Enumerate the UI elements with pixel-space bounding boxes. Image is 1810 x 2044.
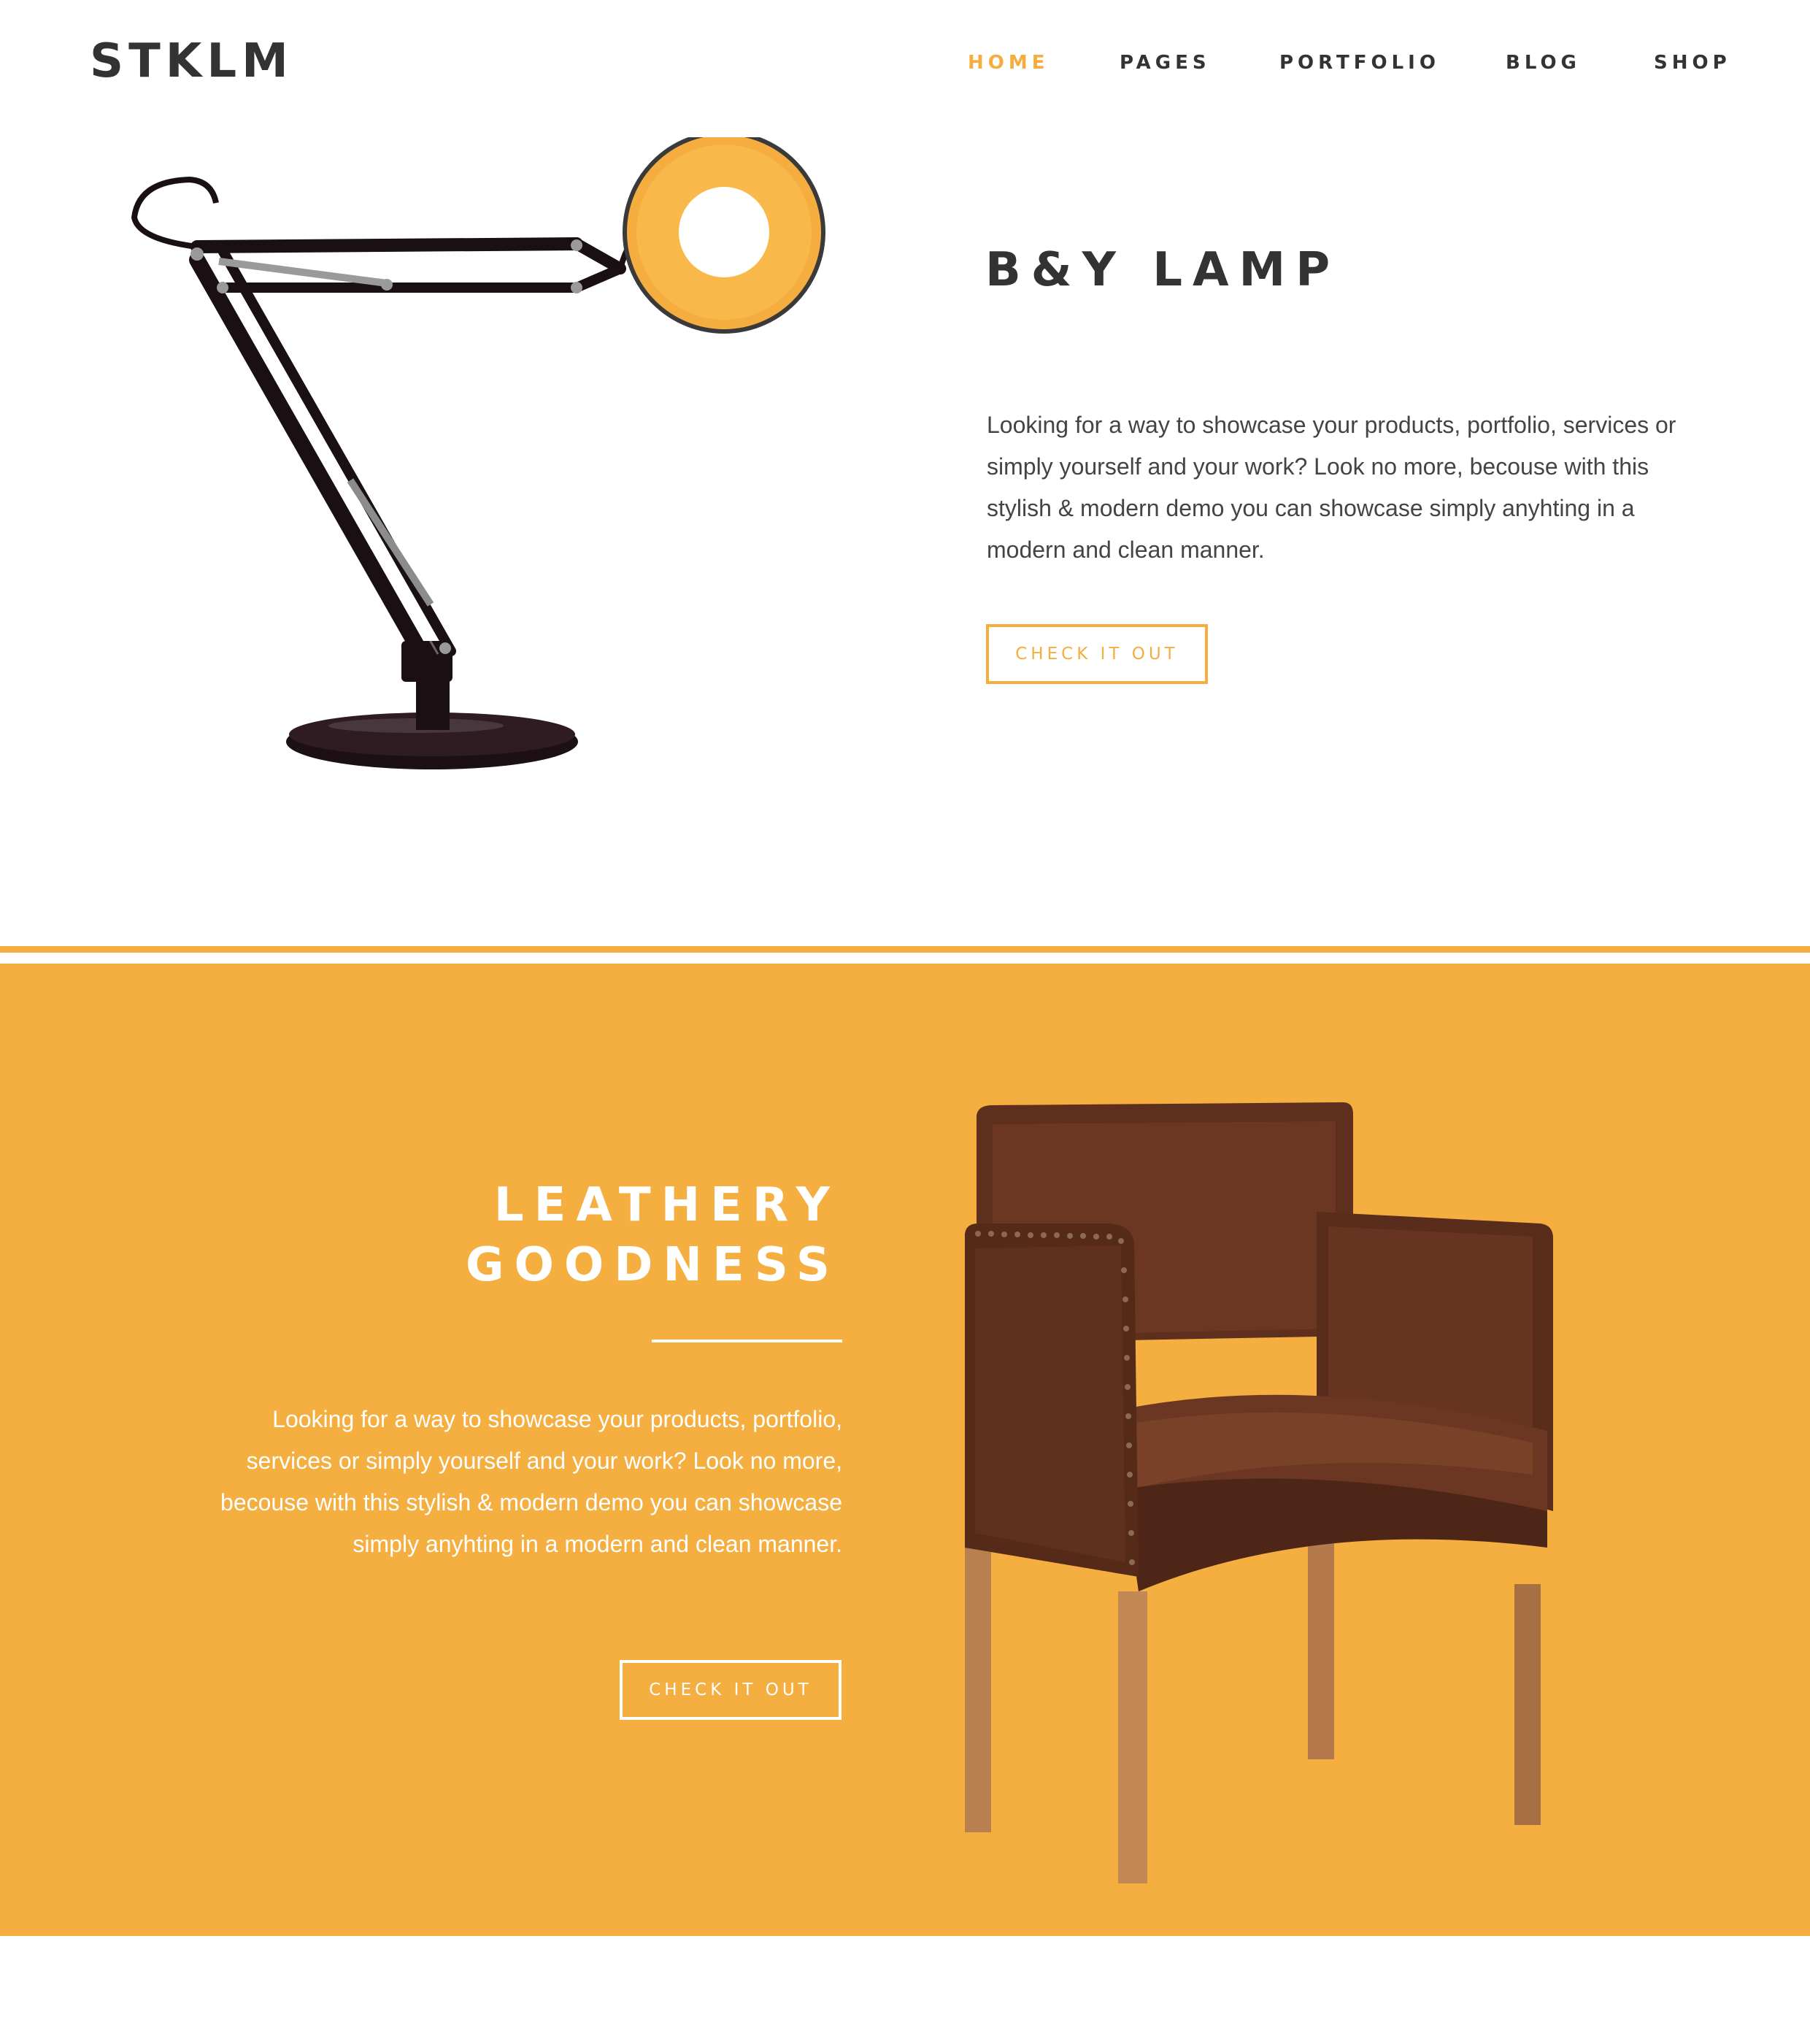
section-divider bbox=[0, 946, 1810, 953]
feature-section-chair: LEATHERY GOODNESS Looking for a way to s… bbox=[0, 964, 1810, 1936]
nav-item-shop[interactable]: SHOP bbox=[1654, 48, 1731, 77]
site-header: STKLM HOME PAGES PORTFOLIO BLOG SHOP bbox=[0, 0, 1810, 124]
nav-item-portfolio[interactable]: PORTFOLIO bbox=[1279, 48, 1440, 77]
check-it-out-button[interactable]: CHECK IT OUT bbox=[986, 624, 1208, 684]
main-nav: HOME PAGES PORTFOLIO BLOG SHOP bbox=[0, 48, 1810, 77]
product-title: LEATHERY GOODNESS bbox=[466, 1175, 840, 1295]
product-description: Looking for a way to showcase your produ… bbox=[987, 412, 1676, 563]
feature-section-lamp: B&Y LAMP Looking for a way to showcase y… bbox=[0, 124, 1810, 945]
leather-armchair-image bbox=[965, 1102, 1553, 1883]
nav-item-pages[interactable]: PAGES bbox=[1120, 48, 1211, 77]
product-title: B&Y LAMP bbox=[985, 243, 1341, 297]
product-description: Looking for a way to showcase your produ… bbox=[220, 1406, 842, 1557]
title-underline bbox=[652, 1340, 842, 1342]
nav-item-blog[interactable]: BLOG bbox=[1506, 48, 1581, 77]
check-it-out-button[interactable]: CHECK IT OUT bbox=[620, 1660, 842, 1720]
nav-item-home[interactable]: HOME bbox=[968, 48, 1050, 77]
title-line-1: LEATHERY bbox=[493, 1178, 840, 1232]
title-line-2: GOODNESS bbox=[465, 1238, 840, 1292]
desk-lamp-image bbox=[131, 137, 825, 769]
